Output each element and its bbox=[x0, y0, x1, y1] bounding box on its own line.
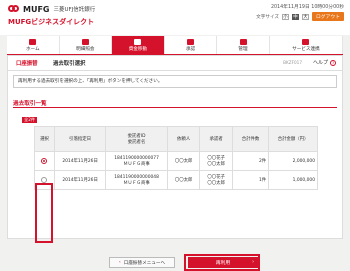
approver-cell: 〇〇花子 〇〇太郎 bbox=[199, 151, 233, 171]
client-id: 1841190000000077 bbox=[114, 155, 159, 161]
client-name: ＭＵＦＧ商事 bbox=[123, 180, 150, 186]
amount-cell: 1,000,000 bbox=[268, 170, 318, 190]
table-row[interactable]: 2014年11月26日 1841190000000048 ＭＵＦＧ商事 〇〇太郎 … bbox=[34, 170, 318, 190]
nav-item-fund-transfer[interactable]: 資金移動 bbox=[112, 36, 165, 54]
col-select: 選択 bbox=[34, 126, 55, 152]
help-label: ヘルプ bbox=[312, 60, 328, 66]
link-icon bbox=[302, 38, 310, 45]
help-link[interactable]: ヘルプ? bbox=[313, 59, 336, 66]
font-size-small-button[interactable]: 小 bbox=[282, 13, 289, 20]
back-label: 口座振替メニューへ bbox=[123, 260, 166, 266]
home-icon bbox=[29, 38, 37, 45]
section-title: 過去取引一覧 bbox=[13, 101, 47, 107]
client-cell: 1841190000000048 ＭＵＦＧ商事 bbox=[105, 170, 168, 190]
table-header-row: 選択 引落指定日 委託者ID 委託者名 依頼人 承認者 合計件数 合計金額（円） bbox=[34, 126, 318, 152]
document-icon bbox=[81, 38, 89, 45]
date-cell: 2014年11月26日 bbox=[53, 151, 107, 171]
page-category: 口座振替 bbox=[16, 61, 38, 67]
mufg-logo: MUFG 三菱UFJ信託銀行 bbox=[8, 3, 95, 15]
selection-highlight bbox=[35, 183, 53, 243]
reuse-button[interactable]: 再利用 › bbox=[188, 257, 258, 268]
requester-cell: 〇〇太郎 bbox=[166, 170, 201, 190]
main-panel: 口座振替 過去取引選択 BKZF017 ヘルプ? 再利用する過去取引を選択の上、… bbox=[7, 55, 343, 271]
nav-item-service-link[interactable]: サービス連携 bbox=[270, 36, 343, 54]
client-id: 1841190000000048 bbox=[114, 174, 159, 180]
page-title: 過去取引選択 bbox=[53, 61, 86, 67]
section-divider bbox=[13, 107, 337, 108]
instruction-box: 再利用する過去取引を選択の上、「再利用」ボタンを押してください。 bbox=[13, 75, 337, 88]
mufg-logo-icon bbox=[8, 4, 20, 14]
title-bar: 口座振替 過去取引選択 BKZF017 ヘルプ? bbox=[8, 56, 342, 71]
header-controls: 文字サイズ 小 中 大 ログアウト bbox=[256, 12, 344, 21]
header: MUFG 三菱UFJ信託銀行 MUFGビジネスダイレクト 2014年11月19日… bbox=[0, 0, 350, 35]
service-name: MUFGビジネスダイレクト bbox=[8, 18, 95, 26]
col-requester: 依頼人 bbox=[166, 126, 201, 152]
nav-label: 明細照会 bbox=[76, 46, 95, 52]
past-transactions-table: 選択 引落指定日 委託者ID 委託者名 依頼人 承認者 合計件数 合計金額（円）… bbox=[34, 126, 318, 190]
approver-cell: 〇〇花子 〇〇太郎 bbox=[199, 170, 233, 190]
logo-text: MUFG bbox=[23, 4, 50, 14]
col-count: 合計件数 bbox=[231, 126, 270, 152]
nav-label: 承認 bbox=[185, 46, 196, 52]
global-nav: ホーム 明細照会 資金移動 承認 管理 サービス連携 bbox=[7, 36, 343, 56]
count-cell: 1件 bbox=[231, 170, 270, 190]
font-size-medium-button[interactable]: 中 bbox=[292, 13, 299, 20]
transfer-icon bbox=[134, 38, 142, 45]
nav-item-statements[interactable]: 明細照会 bbox=[60, 36, 113, 54]
nav-label: サービス連携 bbox=[292, 46, 320, 52]
logout-button[interactable]: ログアウト bbox=[312, 12, 344, 21]
chevron-left-icon: ‹ bbox=[118, 260, 121, 265]
client-name: ＭＵＦＧ商事 bbox=[123, 161, 150, 167]
count-badge: 全2件 bbox=[22, 117, 38, 123]
help-icon: ? bbox=[330, 59, 336, 66]
bank-name: 三菱UFJ信託銀行 bbox=[53, 7, 96, 13]
col-amount: 合計金額（円） bbox=[268, 126, 318, 152]
select-cell[interactable] bbox=[34, 151, 55, 171]
back-to-menu-button[interactable]: ‹ 口座振替メニューへ bbox=[109, 257, 175, 268]
screen-code: BKZF017 bbox=[283, 60, 302, 65]
amount-cell: 2,000,000 bbox=[268, 151, 318, 171]
login-datetime: 2014年11月19日 10時00分00秒 bbox=[270, 5, 344, 10]
nav-item-management[interactable]: 管理 bbox=[217, 36, 270, 54]
date-cell: 2014年11月26日 bbox=[53, 170, 107, 190]
nav-label: 管理 bbox=[238, 46, 248, 52]
select-radio[interactable] bbox=[41, 157, 48, 164]
font-size-large-button[interactable]: 大 bbox=[302, 13, 309, 20]
nav-item-home[interactable]: ホーム bbox=[7, 36, 60, 54]
nav-label: 資金移動 bbox=[128, 46, 148, 52]
col-client: 委託者ID 委託者名 bbox=[105, 126, 168, 152]
col-date: 引落指定日 bbox=[53, 126, 107, 152]
select-radio[interactable] bbox=[41, 176, 48, 183]
col-approver: 承認者 bbox=[199, 126, 233, 152]
client-cell: 1841190000000077 ＭＵＦＧ商事 bbox=[105, 151, 168, 171]
font-size-label: 文字サイズ bbox=[256, 14, 279, 20]
approve-icon bbox=[186, 38, 194, 45]
requester-cell: 〇〇太郎 bbox=[166, 151, 201, 171]
count-cell: 2件 bbox=[231, 151, 270, 171]
gear-icon bbox=[239, 38, 247, 45]
reuse-label: 再利用 bbox=[215, 261, 231, 266]
table-row[interactable]: 2014年11月26日 1841190000000077 ＭＵＦＧ商事 〇〇太郎 … bbox=[34, 151, 318, 171]
chevron-right-icon: › bbox=[252, 260, 254, 265]
nav-item-approval[interactable]: 承認 bbox=[165, 36, 218, 54]
nav-label: ホーム bbox=[25, 46, 40, 52]
